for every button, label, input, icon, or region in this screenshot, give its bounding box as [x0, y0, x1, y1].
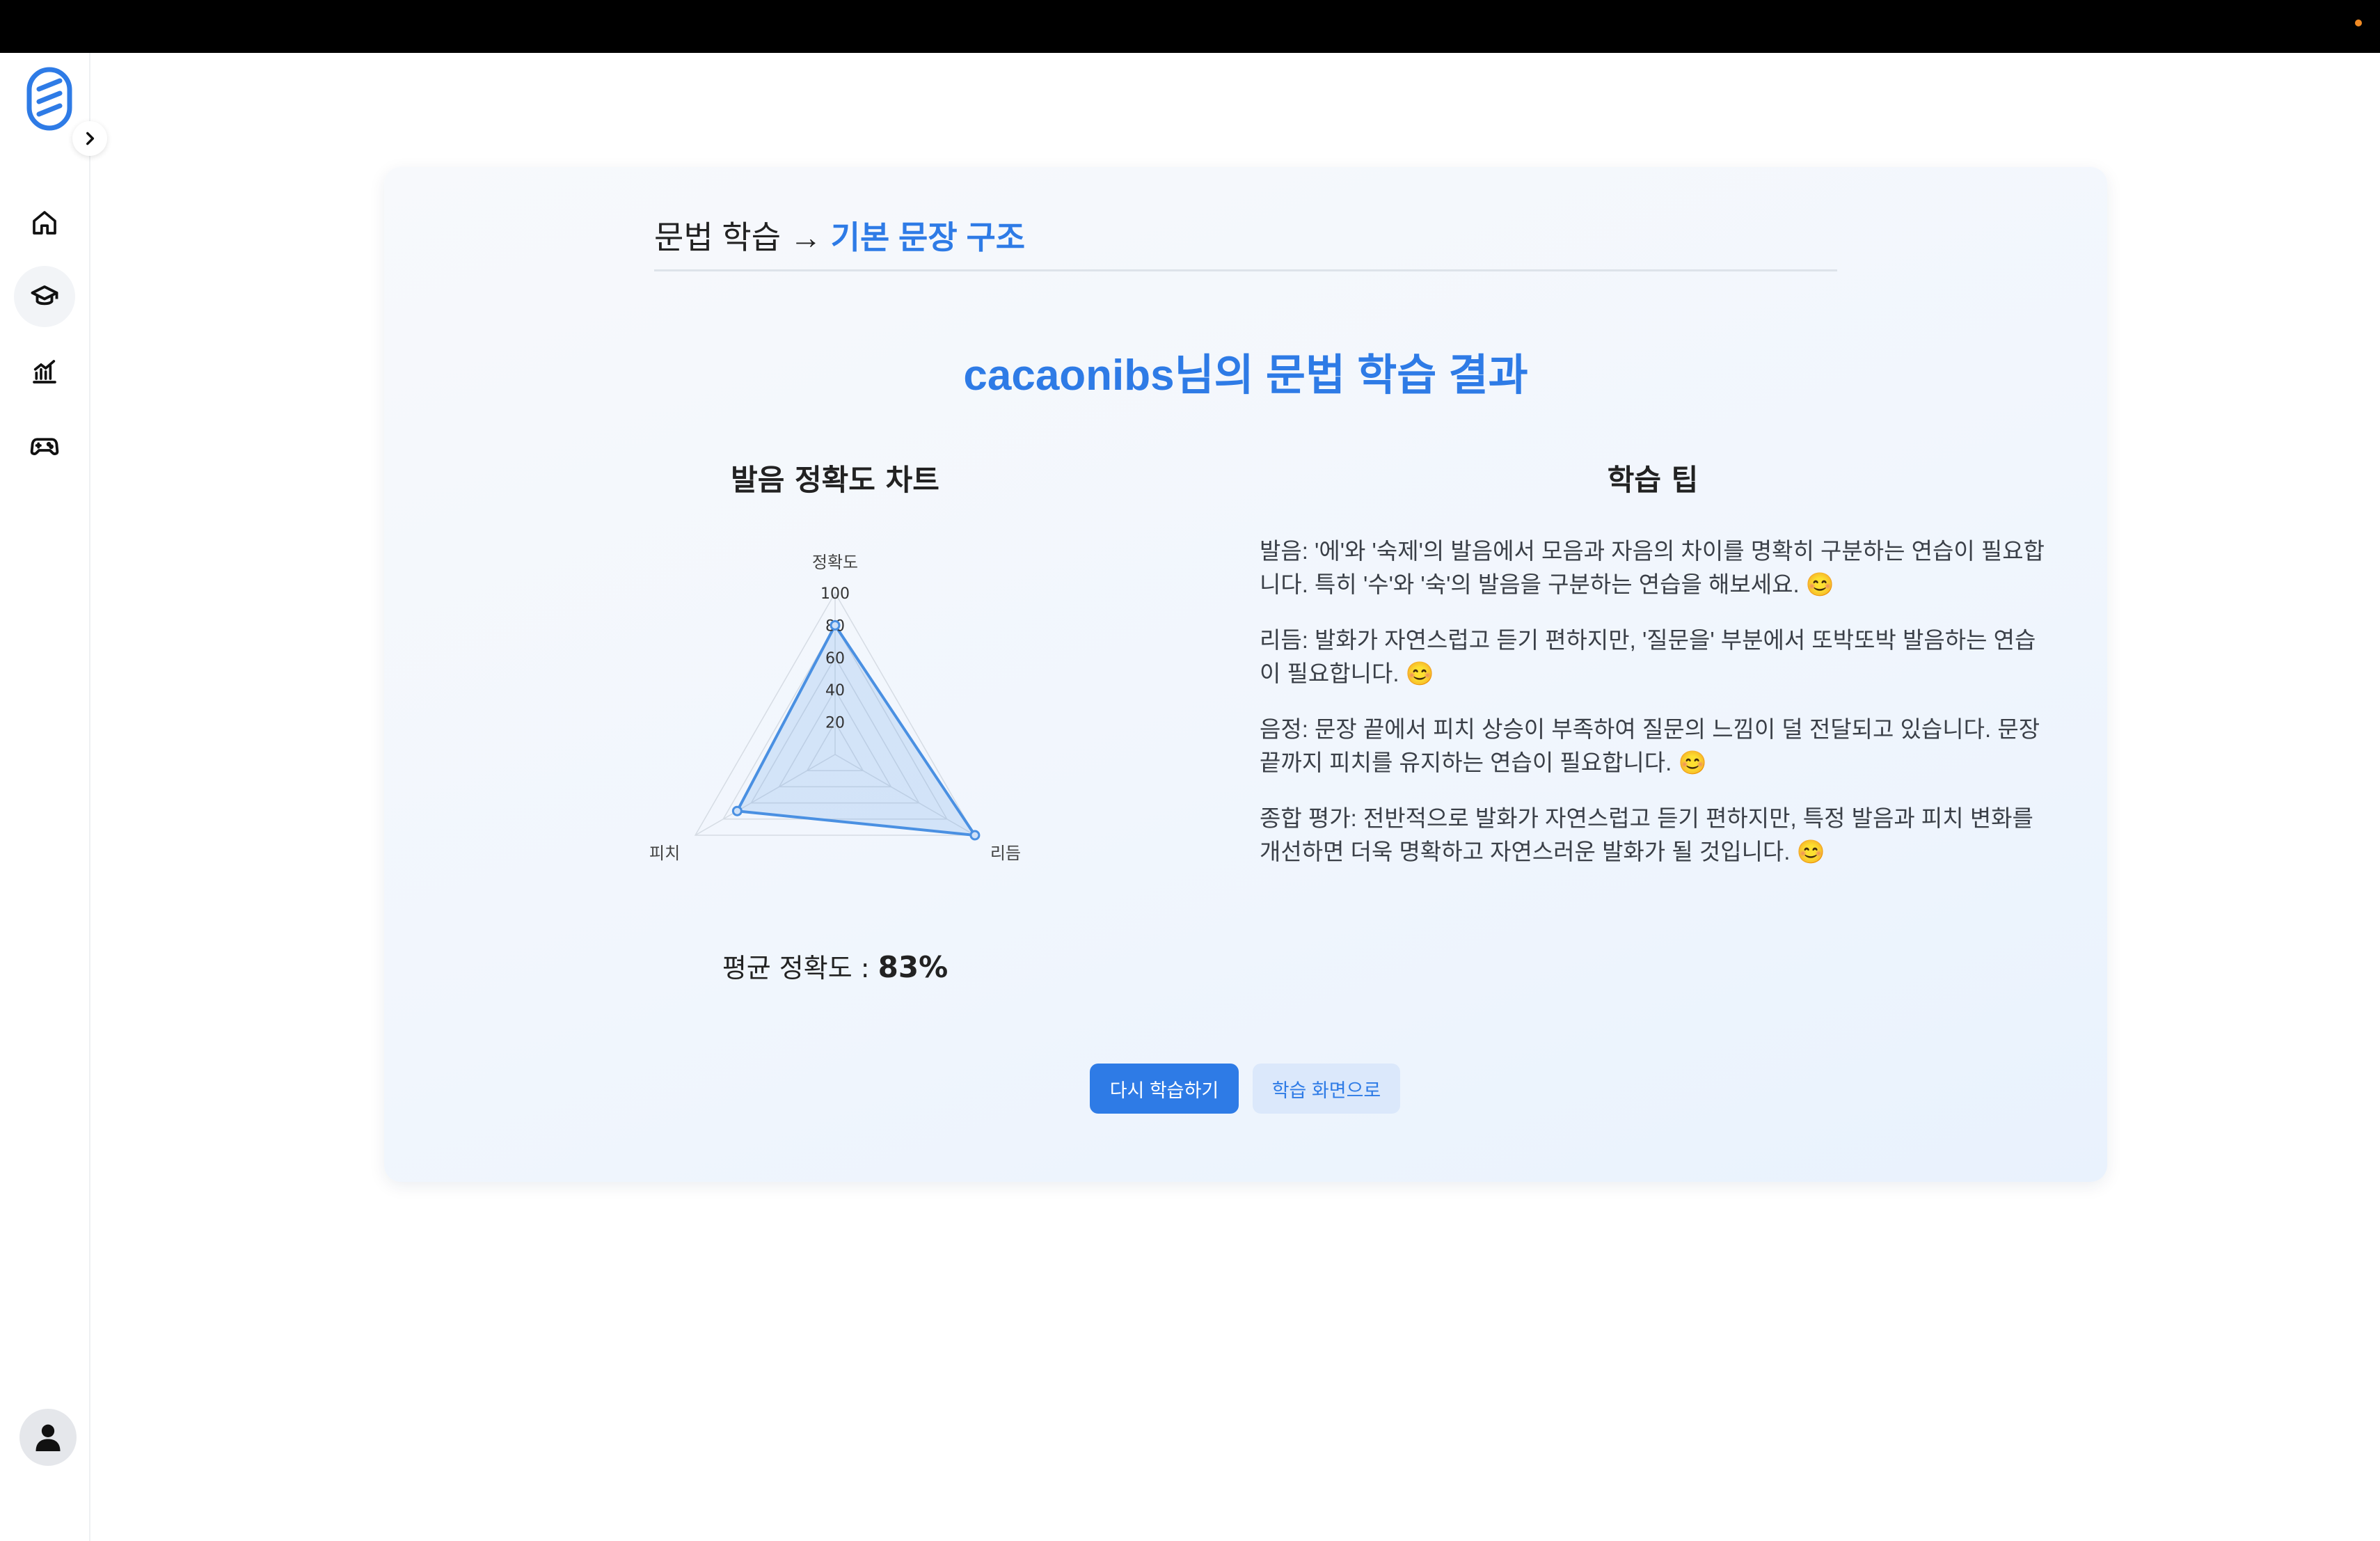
- chart-icon: [33, 360, 56, 384]
- graduation-cap-icon: [31, 285, 58, 306]
- radar-axis-label: 리듬: [990, 844, 1021, 863]
- sidebar-collapse-button[interactable]: [72, 121, 107, 156]
- radar-data-point: [830, 619, 841, 631]
- radar-chart-svg: 20406080100정확도리듬피치: [649, 553, 1021, 863]
- chart-title: 발음 정확도 차트: [731, 463, 939, 497]
- tip-overall: 종합 평가: 전반적으로 발화가 자연스럽고 듣기 편하지만, 특정 발음과 피…: [1260, 805, 2033, 864]
- breadcrumb-parent[interactable]: 문법 학습: [654, 219, 781, 255]
- radar-data-point: [731, 805, 743, 816]
- sidebar-item-statistics[interactable]: [14, 341, 75, 402]
- breadcrumb-divider: [654, 269, 1837, 271]
- average-accuracy: 평균 정확도 : 83%: [626, 947, 1044, 985]
- tip-pitch: 음정: 문장 끝에서 피치 상승이 부족하여 질문의 느낌이 덜 전달되고 있습…: [1260, 716, 2040, 775]
- radar-data-area: [736, 624, 976, 837]
- retry-button[interactable]: 다시 학습하기: [1090, 1064, 1239, 1114]
- sidebar-item-games[interactable]: [14, 415, 75, 476]
- breadcrumb-current: 기본 문장 구조: [830, 219, 1026, 255]
- average-accuracy-label: 평균 정확도 :: [722, 953, 878, 983]
- tip-pronunciation: 발음: '에'와 '숙제'의 발음에서 모음과 자음의 차이를 명확히 구분하는…: [1260, 538, 2045, 597]
- radar-axis-label: 정확도: [812, 553, 858, 572]
- radar-tick-label: 60: [825, 650, 845, 667]
- top-bar: [0, 0, 2380, 53]
- chevron-right-icon: [86, 132, 95, 145]
- user-avatar[interactable]: [19, 1409, 77, 1466]
- breadcrumb: 문법 학습 → 기본 문장 구조: [654, 213, 1837, 262]
- gamepad-icon: [30, 438, 59, 455]
- sidebar-item-learning[interactable]: [14, 266, 75, 327]
- radar-axis-label: 피치: [649, 844, 680, 863]
- radar-data-point: [969, 830, 981, 841]
- user-icon: [35, 1424, 61, 1451]
- radar-tick-label: 100: [820, 585, 850, 603]
- average-accuracy-value: 83%: [878, 950, 949, 984]
- page-title: cacaonibs님의 문법 학습 결과: [963, 351, 1528, 400]
- tip-rhythm: 리듬: 발화가 자연스럽고 듣기 편하지만, '질문을' 부분에서 또박또박 발…: [1260, 627, 2036, 686]
- back-to-learning-button[interactable]: 학습 화면으로: [1253, 1064, 1400, 1114]
- tips-list: 발음: '에'와 '숙제'의 발음에서 모음과 자음의 차이를 명확히 구분하는…: [1260, 535, 2046, 891]
- breadcrumb-separator: →: [781, 219, 831, 255]
- radar-chart: 20406080100정확도리듬피치: [612, 515, 1058, 877]
- logo-icon[interactable]: [25, 65, 74, 132]
- radar-tick-label: 20: [825, 715, 845, 732]
- status-dot: [2355, 19, 2362, 26]
- sidebar: [0, 53, 90, 1541]
- radar-tick-label: 40: [825, 682, 845, 700]
- sidebar-item-home[interactable]: [14, 192, 75, 253]
- home-icon: [33, 211, 56, 235]
- tips-title: 학습 팁: [1607, 463, 1699, 497]
